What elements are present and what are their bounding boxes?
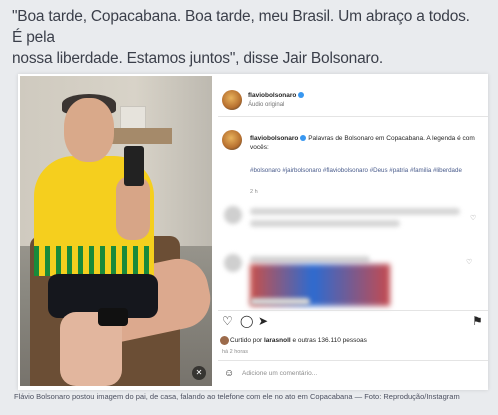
comment-input[interactable]: Adicione um comentário...	[242, 370, 317, 377]
photo-shirt-stripe	[34, 246, 154, 276]
blurred-comment-text	[250, 298, 310, 305]
verified-badge-icon	[298, 92, 305, 99]
blurred-comment-avatar	[224, 206, 242, 224]
avatar[interactable]	[222, 90, 242, 110]
post-side-panel: flaviobolsonaro Áudio original flaviobol…	[218, 74, 488, 390]
liked-by-avatar[interactable]	[220, 336, 229, 345]
comment-icon[interactable]: ◯	[240, 314, 253, 328]
divider	[218, 360, 488, 361]
comment-heart-icon[interactable]: ♡	[466, 258, 472, 266]
audio-label[interactable]: Áudio original	[248, 102, 284, 108]
post-header-user[interactable]: flaviobolsonaro	[248, 92, 305, 99]
divider	[218, 116, 488, 117]
send-icon[interactable]: ➤	[258, 314, 268, 328]
bookmark-icon[interactable]: ⚑	[472, 314, 483, 328]
photo-caption: Flávio Bolsonaro postou imagem do pai, d…	[14, 392, 460, 401]
liked-rest[interactable]: e outras 136.110 pessoas	[293, 337, 367, 344]
heart-icon[interactable]: ♡	[222, 314, 233, 328]
muted-speaker-icon[interactable]: ✕	[192, 366, 206, 380]
verified-badge-icon	[300, 135, 307, 142]
photo-shelf	[112, 128, 172, 144]
caption-hashtags[interactable]: #bolsonaro #jairbolsonaro #flaviobolsona…	[250, 166, 480, 175]
liked-by[interactable]: Curtido por larasnoll e outras 136.110 p…	[230, 337, 367, 344]
photo-ankle-monitor	[98, 308, 128, 326]
photo-head	[64, 98, 114, 162]
liked-prefix: Curtido por	[230, 337, 263, 344]
quote-line-2: nossa liberdade. Estamos juntos", disse …	[12, 50, 384, 67]
blurred-comment-avatar	[224, 254, 242, 272]
blurred-comment-text	[250, 208, 460, 215]
divider	[218, 310, 488, 311]
caption-username[interactable]: flaviobolsonaro	[250, 135, 298, 142]
caption-time: 2 h	[250, 189, 258, 195]
caption-avatar[interactable]	[222, 130, 242, 150]
article-quote: "Boa tarde, Copacabana. Boa tarde, meu B…	[12, 6, 482, 69]
post-photo[interactable]: ✕	[20, 76, 212, 386]
emoji-icon[interactable]: ☺	[224, 368, 234, 379]
liked-user[interactable]: larasnoll	[264, 337, 291, 344]
blurred-comment-text	[250, 256, 370, 263]
instagram-embed: ✕ flaviobolsonaro Áudio original flaviob…	[18, 74, 488, 390]
photo-phone	[124, 146, 144, 186]
quote-line-1: "Boa tarde, Copacabana. Boa tarde, meu B…	[12, 8, 470, 46]
post-age: há 2 horas	[222, 349, 248, 355]
caption: flaviobolsonaro Palavras de Bolsonaro em…	[250, 134, 482, 152]
blurred-comment-text	[250, 220, 400, 227]
username[interactable]: flaviobolsonaro	[248, 92, 296, 99]
comment-heart-icon[interactable]: ♡	[470, 214, 476, 222]
